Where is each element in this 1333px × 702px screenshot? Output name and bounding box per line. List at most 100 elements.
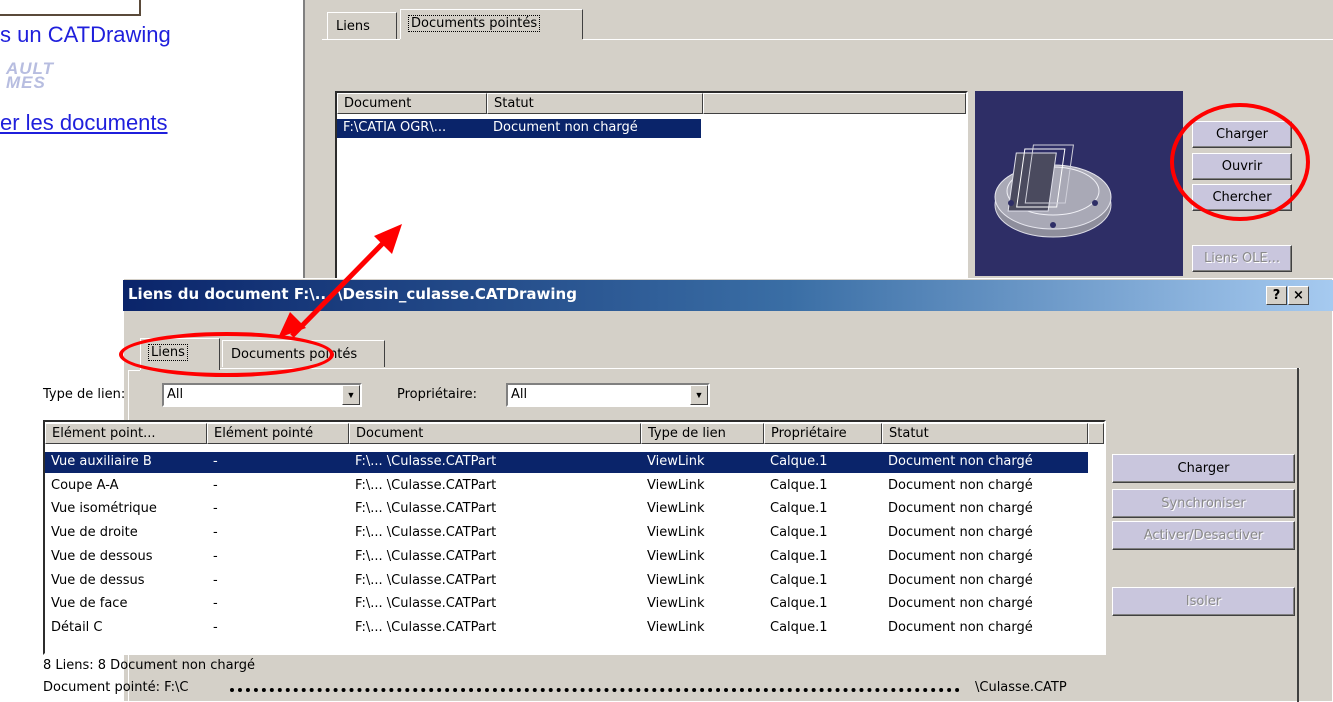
table-cell: Vue auxiliaire B bbox=[51, 454, 152, 469]
table-row[interactable]: Détail C - F:\... \Culasse.CATPart ViewLink… bbox=[45, 618, 1088, 639]
highlight-ellipse bbox=[1170, 103, 1310, 221]
table-cell: - bbox=[213, 525, 218, 541]
table-cell: - bbox=[213, 572, 218, 588]
table-cell: Document non chargé bbox=[888, 548, 1033, 564]
table-cell: F:\... \Culasse.CATPart bbox=[355, 525, 497, 541]
part-thumbnail-icon bbox=[994, 144, 1112, 238]
table-cell: ViewLink bbox=[647, 477, 705, 493]
document-preview bbox=[975, 91, 1183, 276]
table-cell: Document non chargé bbox=[888, 619, 1033, 635]
table-cell: Calque.1 bbox=[770, 454, 828, 469]
table-cell: Calque.1 bbox=[770, 596, 828, 612]
activer-desactiver-button[interactable]: Activer/Desactiver bbox=[1112, 521, 1295, 550]
col-proprietaire[interactable]: Propriétaire bbox=[764, 423, 882, 444]
col-type-lien[interactable]: Type de lien bbox=[641, 423, 764, 444]
status-line: 8 Liens: 8 Document non chargé bbox=[43, 658, 255, 673]
chevron-down-icon[interactable]: ▼ bbox=[690, 385, 708, 405]
charger-button[interactable]: Charger bbox=[1112, 454, 1295, 483]
table-cell: Document non chargé bbox=[888, 454, 1033, 469]
bg-tab-documents-pointes[interactable]: Documents pointés bbox=[400, 9, 583, 39]
table-cell: Vue de dessus bbox=[51, 572, 145, 588]
table-cell: - bbox=[213, 454, 218, 469]
table-cell: F:\... \Culasse.CATPart bbox=[355, 454, 497, 469]
table-cell: Vue de dessous bbox=[51, 548, 153, 564]
table-cell: Document non chargé bbox=[888, 572, 1033, 588]
table-cell: F:\... \Culasse.CATPart bbox=[355, 619, 497, 635]
bg-col-statut[interactable]: Statut bbox=[487, 93, 703, 114]
table-cell: ViewLink bbox=[647, 525, 705, 541]
brand-logo: AULT MES bbox=[6, 60, 54, 92]
table-cell: Coupe A-A bbox=[51, 477, 119, 493]
table-cell: Calque.1 bbox=[770, 548, 828, 564]
bg-cell-statut: Document non chargé bbox=[493, 120, 638, 135]
tab-strip-line bbox=[322, 39, 400, 40]
proprietaire-label: Propriétaire: bbox=[397, 387, 477, 402]
dialog-panel-edge bbox=[1297, 368, 1299, 702]
table-cell: ViewLink bbox=[647, 454, 705, 469]
red-arrow-icon bbox=[278, 224, 402, 338]
help-icon[interactable]: ? bbox=[1266, 286, 1287, 305]
table-cell: Document non chargé bbox=[888, 596, 1033, 612]
type-lien-label: Type de lien: bbox=[43, 387, 126, 402]
table-cell: ViewLink bbox=[647, 548, 705, 564]
table-cell: Calque.1 bbox=[770, 619, 828, 635]
bg-col-document[interactable]: Document bbox=[337, 93, 487, 114]
table-cell: - bbox=[213, 619, 218, 635]
col-document[interactable]: Document bbox=[349, 423, 641, 444]
table-row[interactable]: Vue auxiliaire B - F:\... \Culasse.CATPart… bbox=[45, 452, 1088, 473]
table-cell: - bbox=[213, 548, 218, 564]
table-cell: ViewLink bbox=[647, 572, 705, 588]
bg-col-empty bbox=[703, 93, 966, 114]
table-row[interactable]: Vue de dessous - F:\... \Culasse.CATPart Vi… bbox=[45, 547, 1088, 568]
table-cell: F:\... \Culasse.CATPart bbox=[355, 596, 497, 612]
dotted-path-line bbox=[230, 688, 960, 692]
close-icon[interactable]: × bbox=[1288, 286, 1309, 305]
tab-strip-line bbox=[128, 370, 140, 371]
pointed-document-label: Document pointé: F:\C bbox=[43, 680, 189, 695]
table-cell: Document non chargé bbox=[888, 525, 1033, 541]
table-cell: Calque.1 bbox=[770, 525, 828, 541]
chevron-down-icon[interactable]: ▼ bbox=[342, 385, 360, 405]
pointed-document-suffix: \Culasse.CATP bbox=[975, 680, 1067, 695]
bg-tab-liens[interactable]: Liens bbox=[327, 12, 397, 39]
type-lien-select[interactable]: All bbox=[162, 383, 362, 407]
table-cell: F:\... \Culasse.CATPart bbox=[355, 572, 497, 588]
col-element-pointe[interactable]: Elément pointé bbox=[207, 423, 349, 444]
isoler-button[interactable]: Isoler bbox=[1112, 587, 1295, 616]
table-cell: F:\... \Culasse.CATPart bbox=[355, 548, 497, 564]
table-cell: ViewLink bbox=[647, 596, 705, 612]
table-row[interactable]: Vue de dessus - F:\... \Culasse.CATPart Vie… bbox=[45, 571, 1088, 592]
table-row[interactable]: Vue de droite - F:\... \Culasse.CATPart Vie… bbox=[45, 523, 1088, 544]
table-cell: Calque.1 bbox=[770, 501, 828, 517]
table-row[interactable]: Vue de face - F:\... \Culasse.CATPart ViewL… bbox=[45, 594, 1088, 615]
table-cell: - bbox=[213, 501, 218, 517]
table-cell: Détail C bbox=[51, 619, 103, 635]
table-cell: F:\... \Culasse.CATPart bbox=[355, 477, 497, 493]
table-cell: ViewLink bbox=[647, 501, 705, 517]
links-table-body: Vue auxiliaire B - F:\... \Culasse.CATPart… bbox=[45, 452, 1088, 652]
proprietaire-select[interactable]: All bbox=[506, 383, 710, 407]
bg-table-row[interactable]: F:\CATIA OGR\... Document non chargé bbox=[337, 119, 701, 138]
tab-strip-line bbox=[583, 39, 1333, 40]
table-cell: ViewLink bbox=[647, 619, 705, 635]
table-cell: F:\... \Culasse.CATPart bbox=[355, 501, 497, 517]
table-cell: Vue isométrique bbox=[51, 501, 157, 517]
table-cell: Vue de face bbox=[51, 596, 128, 612]
table-row[interactable]: Coupe A-A - F:\... \Culasse.CATPart ViewLin… bbox=[45, 476, 1088, 497]
col-statut[interactable]: Statut bbox=[882, 423, 1088, 444]
table-row[interactable]: Vue isométrique - F:\... \Culasse.CATPart V… bbox=[45, 499, 1088, 520]
table-cell: - bbox=[213, 596, 218, 612]
col-filler bbox=[1088, 423, 1104, 444]
table-cell: - bbox=[213, 477, 218, 493]
logo-line2: MES bbox=[6, 73, 46, 92]
bg-liens-ole-button[interactable]: Liens OLE... bbox=[1192, 245, 1292, 272]
slide-text: s un CATDrawing bbox=[0, 22, 171, 47]
col-element-pointant[interactable]: Elément point... bbox=[45, 423, 207, 444]
table-cell: Calque.1 bbox=[770, 477, 828, 493]
table-cell: Calque.1 bbox=[770, 572, 828, 588]
table-cell: Vue de droite bbox=[51, 525, 138, 541]
slide-link[interactable]: er les documents bbox=[0, 110, 168, 136]
slide-frame-corner bbox=[0, 0, 141, 16]
synchroniser-button[interactable]: Synchroniser bbox=[1112, 489, 1295, 518]
table-cell: Document non chargé bbox=[888, 477, 1033, 493]
